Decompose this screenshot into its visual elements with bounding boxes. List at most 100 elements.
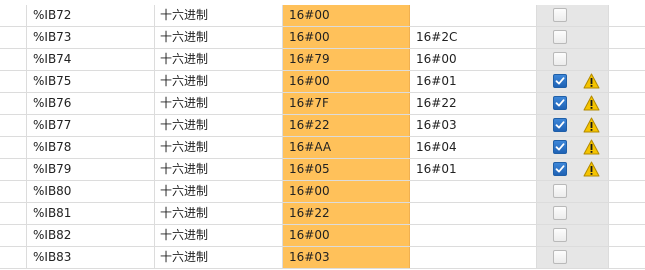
modify-value-cell[interactable]: [410, 247, 537, 268]
address-cell[interactable]: %IB75: [27, 71, 155, 92]
checkbox-checked[interactable]: [553, 96, 567, 110]
modify-checkbox-cell[interactable]: [537, 71, 609, 92]
table-row[interactable]: %IB82 十六进制 16#00: [0, 225, 645, 247]
address-cell[interactable]: %IB77: [27, 115, 155, 136]
address-cell[interactable]: %IB82: [27, 225, 155, 246]
address-cell[interactable]: %IB80: [27, 181, 155, 202]
table-row[interactable]: %IB79 十六进制 16#05 16#01: [0, 159, 645, 181]
modify-checkbox-cell[interactable]: [537, 27, 609, 48]
monitor-value-cell[interactable]: 16#00: [283, 27, 410, 48]
modify-checkbox-cell[interactable]: [537, 137, 609, 158]
display-format-cell[interactable]: 十六进制: [155, 181, 283, 202]
monitor-value-cell[interactable]: 16#05: [283, 159, 410, 180]
modify-value-cell[interactable]: 16#04: [410, 137, 537, 158]
warning-icon: [583, 139, 600, 155]
display-format-cell[interactable]: 十六进制: [155, 27, 283, 48]
checkbox-unchecked[interactable]: [553, 8, 567, 22]
display-format-cell[interactable]: 十六进制: [155, 247, 283, 268]
monitor-value-cell[interactable]: 16#22: [283, 115, 410, 136]
display-format-cell[interactable]: 十六进制: [155, 159, 283, 180]
modify-value-cell[interactable]: 16#03: [410, 115, 537, 136]
checkbox-unchecked[interactable]: [553, 206, 567, 220]
row-index-cell[interactable]: [0, 93, 27, 114]
row-index-cell[interactable]: [0, 203, 27, 224]
table-row[interactable]: %IB75 十六进制 16#00 16#01: [0, 71, 645, 93]
table-row[interactable]: %IB81 十六进制 16#22: [0, 203, 645, 225]
address-cell[interactable]: %IB76: [27, 93, 155, 114]
display-format-cell[interactable]: 十六进制: [155, 93, 283, 114]
checkbox-unchecked[interactable]: [553, 52, 567, 66]
monitor-value-cell[interactable]: 16#7F: [283, 93, 410, 114]
display-format-cell[interactable]: 十六进制: [155, 203, 283, 224]
row-index-cell[interactable]: [0, 181, 27, 202]
modify-checkbox-cell[interactable]: [537, 49, 609, 70]
display-format-cell[interactable]: 十六进制: [155, 225, 283, 246]
modify-value-cell[interactable]: 16#01: [410, 71, 537, 92]
address-cell[interactable]: %IB79: [27, 159, 155, 180]
row-index-cell[interactable]: [0, 49, 27, 70]
monitor-value-cell[interactable]: 16#00: [283, 5, 410, 26]
modify-value-cell[interactable]: [410, 5, 537, 26]
row-index-cell[interactable]: [0, 5, 27, 26]
modify-checkbox-cell[interactable]: [537, 93, 609, 114]
address-cell[interactable]: %IB74: [27, 49, 155, 70]
monitor-value-cell[interactable]: 16#00: [283, 225, 410, 246]
monitor-value-cell[interactable]: 16#79: [283, 49, 410, 70]
modify-checkbox-cell[interactable]: [537, 181, 609, 202]
table-row[interactable]: %IB80 十六进制 16#00: [0, 181, 645, 203]
row-index-cell[interactable]: [0, 247, 27, 268]
modify-checkbox-cell[interactable]: [537, 247, 609, 268]
checkbox-checked[interactable]: [553, 118, 567, 132]
table-row[interactable]: %IB76 十六进制 16#7F 16#22: [0, 93, 645, 115]
address-cell[interactable]: %IB83: [27, 247, 155, 268]
checkbox-unchecked[interactable]: [553, 184, 567, 198]
modify-checkbox-cell[interactable]: [537, 115, 609, 136]
display-format-cell[interactable]: 十六进制: [155, 49, 283, 70]
checkbox-unchecked[interactable]: [553, 30, 567, 44]
checkbox-checked[interactable]: [553, 140, 567, 154]
modify-value-cell[interactable]: 16#01: [410, 159, 537, 180]
address-cell[interactable]: %IB78: [27, 137, 155, 158]
modify-value-cell[interactable]: [410, 225, 537, 246]
checkbox-unchecked[interactable]: [553, 250, 567, 264]
table-row[interactable]: %IB77 十六进制 16#22 16#03: [0, 115, 645, 137]
modify-value-cell[interactable]: [410, 203, 537, 224]
address-cell[interactable]: %IB81: [27, 203, 155, 224]
monitor-value-cell[interactable]: 16#00: [283, 71, 410, 92]
table-row[interactable]: %IB78 十六进制 16#AA 16#04: [0, 137, 645, 159]
table-row[interactable]: %IB74 十六进制 16#79 16#00: [0, 49, 645, 71]
table-row[interactable]: %IB83 十六进制 16#03: [0, 247, 645, 269]
modify-value-cell[interactable]: 16#22: [410, 93, 537, 114]
checkbox-checked[interactable]: [553, 74, 567, 88]
monitor-value-cell[interactable]: 16#AA: [283, 137, 410, 158]
modify-value-cell[interactable]: 16#00: [410, 49, 537, 70]
row-index-cell[interactable]: [0, 71, 27, 92]
checkbox-checked[interactable]: [553, 162, 567, 176]
row-index-cell[interactable]: [0, 27, 27, 48]
row-index-cell[interactable]: [0, 225, 27, 246]
display-format-cell[interactable]: 十六进制: [155, 115, 283, 136]
row-index-cell[interactable]: [0, 159, 27, 180]
row-index-cell[interactable]: [0, 115, 27, 136]
row-index-cell[interactable]: [0, 137, 27, 158]
table-row[interactable]: %IB73 十六进制 16#00 16#2C: [0, 27, 645, 49]
monitor-value-cell[interactable]: 16#00: [283, 181, 410, 202]
trailing-cell: [609, 115, 645, 136]
address-cell[interactable]: %IB72: [27, 5, 155, 26]
modify-value-cell[interactable]: 16#2C: [410, 27, 537, 48]
modify-checkbox-cell[interactable]: [537, 225, 609, 246]
display-format-cell[interactable]: 十六进制: [155, 5, 283, 26]
warning-icon: [583, 95, 600, 111]
monitor-value-cell[interactable]: 16#03: [283, 247, 410, 268]
display-format-cell[interactable]: 十六进制: [155, 71, 283, 92]
checkbox-unchecked[interactable]: [553, 228, 567, 242]
modify-checkbox-cell[interactable]: [537, 203, 609, 224]
modify-value-cell[interactable]: [410, 181, 537, 202]
monitor-value-cell[interactable]: 16#22: [283, 203, 410, 224]
modify-checkbox-cell[interactable]: [537, 159, 609, 180]
modify-checkbox-cell[interactable]: [537, 5, 609, 26]
address-cell[interactable]: %IB73: [27, 27, 155, 48]
table-row[interactable]: %IB72 十六进制 16#00: [0, 5, 645, 27]
trailing-cell: [609, 5, 645, 26]
display-format-cell[interactable]: 十六进制: [155, 137, 283, 158]
